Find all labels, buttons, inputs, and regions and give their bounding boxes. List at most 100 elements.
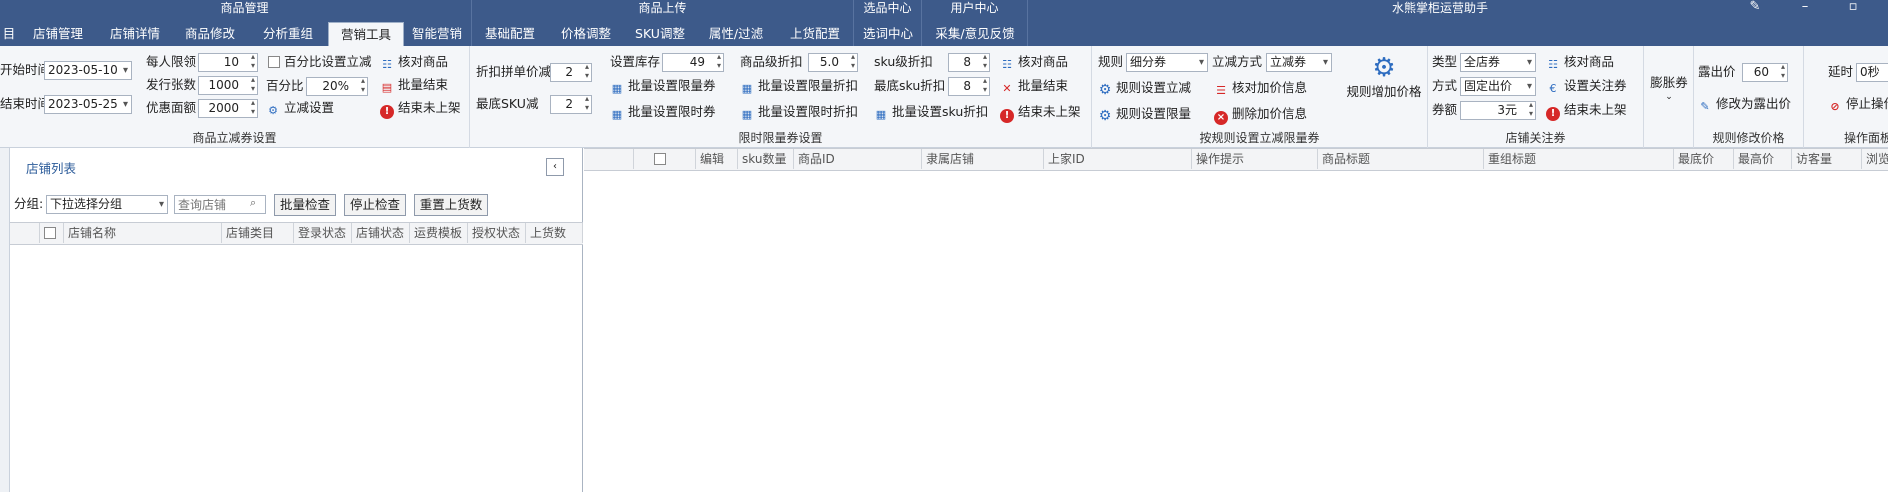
delay-stepper[interactable]: 0秒 xyxy=(1856,63,1888,82)
collapse-panel-icon[interactable]: ‹ xyxy=(546,158,564,176)
row-indicator-header xyxy=(10,223,40,243)
col-min-price[interactable]: 最底价 xyxy=(1674,149,1734,169)
type-select[interactable]: 全店券 xyxy=(1460,53,1536,72)
tab-feedback[interactable]: 采集/意见反馈 xyxy=(922,22,1028,46)
percent-reduce-checkbox-label: 百分比设置立减 xyxy=(284,54,372,69)
percent-stepper[interactable]: 20% xyxy=(306,76,368,96)
batch-time-coupon-button[interactable]: ▦ 批量设置限时券 xyxy=(610,102,716,122)
group-select[interactable]: 下拉选择分组 xyxy=(46,195,168,214)
min-sku-stepper[interactable]: 2 xyxy=(550,94,592,114)
batch-end-label: 批量结束 xyxy=(398,77,449,92)
col-views[interactable]: 浏览 xyxy=(1862,149,1888,169)
tab-analysis[interactable]: 分析重组 xyxy=(248,22,328,46)
select-all-checkbox[interactable] xyxy=(634,149,696,169)
col-operation-hint[interactable]: 操作提示 xyxy=(1192,149,1318,169)
amount-label: 券额 xyxy=(1432,102,1458,117)
batch-limit-discount-button[interactable]: ▦ 批量设置限量折扣 xyxy=(740,76,858,96)
batch-time-discount-button[interactable]: ▦ 批量设置限时折扣 xyxy=(740,102,858,122)
col-login-status[interactable]: 登录状态 xyxy=(294,223,352,243)
modify-expose-price-button[interactable]: ✎ 修改为露出价 xyxy=(1698,94,1791,114)
col-shop-category[interactable]: 店铺类目 xyxy=(222,223,294,243)
rule-select[interactable]: 细分券 xyxy=(1126,53,1208,72)
end-unlisted-button[interactable]: ! 结束未上架 xyxy=(380,98,461,119)
issue-count-stepper[interactable]: 1000 xyxy=(198,75,258,95)
tab-upload-config[interactable]: 上货配置 xyxy=(776,22,854,46)
col-edit[interactable]: 编辑 xyxy=(696,149,738,169)
tab-shop-detail[interactable]: 店铺详情 xyxy=(98,22,172,46)
swell-coupon-button[interactable]: 膨胀券 ⌄ xyxy=(1646,76,1692,104)
end-unlisted-button[interactable]: ! 结束未上架 xyxy=(1000,102,1081,123)
tab-smart-marketing[interactable]: 智能营销 xyxy=(402,22,472,46)
tab-attr-filter[interactable]: 属性/过滤 xyxy=(696,22,776,46)
tab-shop-management[interactable]: 店铺管理 xyxy=(18,22,98,46)
col-shop-name[interactable]: 店铺名称 xyxy=(64,223,222,243)
stop-operation-button[interactable]: ⊘ 停止操作 xyxy=(1828,94,1888,114)
check-products-button[interactable]: ☷ 核对商品 xyxy=(380,52,448,72)
reset-upload-count-button[interactable]: 重置上货数 xyxy=(414,194,488,216)
check-products-label: 核对商品 xyxy=(1564,54,1615,69)
reduce-settings-button[interactable]: ⚙ 立减设置 xyxy=(266,98,334,118)
stock-stepper[interactable]: 49 xyxy=(662,52,724,72)
rule-set-limit-button[interactable]: ⚙ 规则设置限量 xyxy=(1098,104,1191,124)
fold-price-stepper[interactable]: 2 xyxy=(550,62,592,82)
col-sku-count[interactable]: sku数量 xyxy=(738,149,794,169)
maximize-icon[interactable]: ▫ xyxy=(1838,0,1868,18)
tab-marketing-tools[interactable]: 营销工具 xyxy=(328,22,404,47)
delete-price-info-button[interactable]: × 删除加价信息 xyxy=(1214,104,1307,125)
col-product-title[interactable]: 商品标题 xyxy=(1318,149,1484,169)
col-auth-status[interactable]: 授权状态 xyxy=(468,223,526,243)
tab-basic-config[interactable]: 基础配置 xyxy=(472,22,548,46)
col-shop-status[interactable]: 店铺状态 xyxy=(352,223,410,243)
discount-amount-stepper[interactable]: 2000 xyxy=(198,98,258,118)
item-discount-stepper[interactable]: 5.0 xyxy=(808,52,858,72)
compare-icon: ☷ xyxy=(382,58,392,71)
batch-check-button[interactable]: 批量检查 xyxy=(274,194,336,216)
select-all-checkbox[interactable] xyxy=(40,223,64,243)
tab-keyword-center[interactable]: 选词中心 xyxy=(854,22,922,46)
check-products-label: 核对商品 xyxy=(398,54,449,69)
col-product-id[interactable]: 商品ID xyxy=(794,149,922,169)
batch-sku-discount-button[interactable]: ▦ 批量设置sku折扣 xyxy=(874,102,989,122)
tab-price-adjust[interactable]: 价格调整 xyxy=(548,22,624,46)
mode-select[interactable]: 立减券 xyxy=(1266,53,1332,72)
min-sku-discount-stepper[interactable]: 8 xyxy=(948,76,990,96)
check-price-info-button[interactable]: ☰ 核对加价信息 xyxy=(1214,78,1307,98)
batch-limit-coupon-button[interactable]: ▦ 批量设置限量券 xyxy=(610,76,716,96)
stop-list-icon: ▤ xyxy=(381,81,393,94)
sku-discount-stepper[interactable]: 8 xyxy=(948,52,990,72)
search-icon[interactable]: ⌕ xyxy=(250,196,256,210)
min-sku-discount-label: 最底sku折扣 xyxy=(874,78,946,93)
col-rebuilt-title[interactable]: 重组标题 xyxy=(1484,149,1674,169)
check-products-button[interactable]: ☷ 核对商品 xyxy=(1000,52,1068,72)
col-max-price[interactable]: 最高价 xyxy=(1734,149,1792,169)
end-unlisted-button[interactable]: ! 结束未上架 xyxy=(1546,100,1627,121)
col-visitors[interactable]: 访客量 xyxy=(1792,149,1862,169)
stop-check-button[interactable]: 停止检查 xyxy=(344,194,406,216)
method-select[interactable]: 固定出价 xyxy=(1460,77,1536,96)
app-menu-button[interactable]: 目 xyxy=(0,22,18,46)
end-date-picker[interactable]: 2023-05-25 xyxy=(44,95,132,114)
col-upstream-id[interactable]: 上家ID xyxy=(1044,149,1192,169)
percent-reduce-checkbox[interactable]: 百分比设置立减 xyxy=(268,52,372,72)
batch-end-button[interactable]: ▤ 批量结束 xyxy=(380,75,448,95)
batch-time-coupon-label: 批量设置限时券 xyxy=(628,104,716,119)
skin-icon[interactable]: ✎ xyxy=(1740,0,1770,18)
col-shipping-template[interactable]: 运费模板 xyxy=(410,223,468,243)
product-grid: 编辑 sku数量 商品ID 隶属店铺 上家ID 操作提示 商品标题 重组标题 最… xyxy=(584,148,1888,492)
tab-sku-adjust[interactable]: SKU调整 xyxy=(624,22,696,46)
batch-end-button[interactable]: ✕ 批量结束 xyxy=(1000,76,1068,96)
limit-per-user-stepper[interactable]: 10 xyxy=(198,52,258,72)
gear-icon: ⚙ xyxy=(1098,108,1112,124)
amount-stepper[interactable]: 3元 xyxy=(1460,100,1536,120)
rule-set-reduce-button[interactable]: ⚙ 规则设置立减 xyxy=(1098,78,1191,98)
minimize-icon[interactable]: – xyxy=(1790,0,1820,18)
start-date-picker[interactable]: 2023-05-10 xyxy=(44,61,132,80)
collapsed-side-strip[interactable] xyxy=(0,148,10,492)
expose-price-stepper[interactable]: 60 xyxy=(1742,62,1788,82)
col-shop[interactable]: 隶属店铺 xyxy=(922,149,1044,169)
tab-product-edit[interactable]: 商品修改 xyxy=(172,22,248,46)
set-follow-coupon-button[interactable]: € 设置关注券 xyxy=(1546,76,1627,96)
rule-add-price-button[interactable]: ⚙ 规则增加价格 xyxy=(1344,52,1424,112)
check-products-button[interactable]: ☷ 核对商品 xyxy=(1546,52,1614,72)
col-upload-count[interactable]: 上货数 xyxy=(526,223,583,243)
